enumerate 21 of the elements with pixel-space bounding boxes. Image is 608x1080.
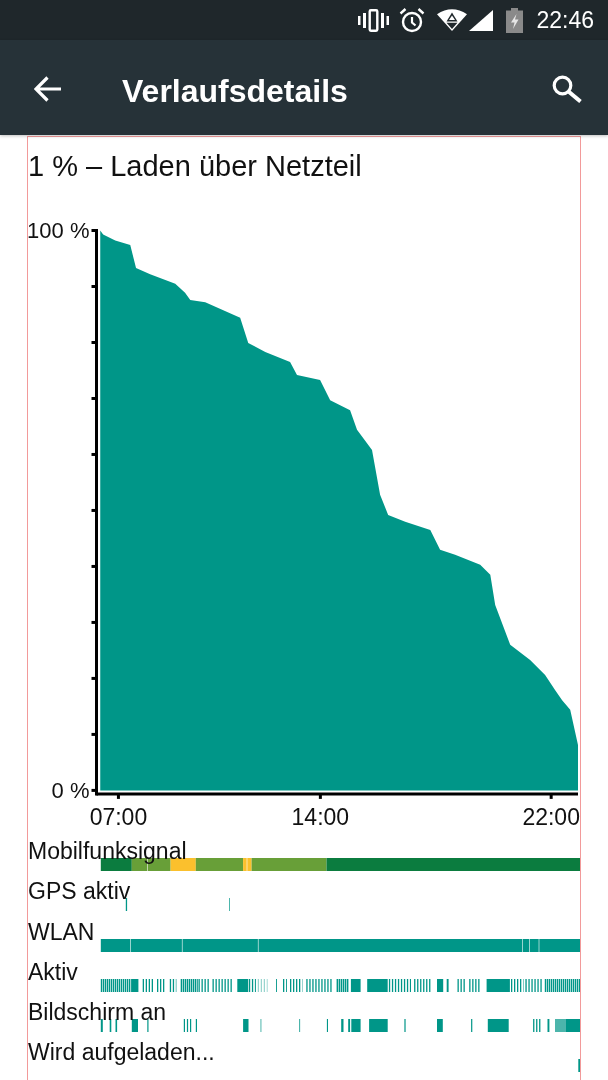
alarm-clock-icon <box>399 7 426 33</box>
lane-label: Aktiv <box>28 961 78 982</box>
battery-charging-icon <box>506 7 524 33</box>
wifi-icon <box>437 9 468 31</box>
timeline-strip-drawing <box>578 1059 580 1073</box>
back-icon[interactable] <box>34 76 61 102</box>
axis-label: 0 % <box>51 778 90 803</box>
lane-label: GPS aktiv <box>28 881 131 902</box>
lane-label: WLAN <box>28 921 95 942</box>
axis-label: 07:00 <box>89 803 148 830</box>
lane-label: Bildschirm an <box>28 1002 167 1023</box>
search-icon[interactable] <box>552 75 582 103</box>
axis-label: 100 % <box>28 218 90 244</box>
lane-label: Wird aufgeladen... <box>28 1042 215 1063</box>
cell-signal-icon <box>469 9 494 31</box>
axis-label: 14:00 <box>291 803 350 830</box>
vibrate-icon <box>358 8 390 32</box>
axis-label: 22:00 <box>522 803 580 830</box>
status-time: 22:46 <box>536 7 594 33</box>
screen-title: Verlaufsdetails <box>122 72 348 109</box>
charge-summary: 1 % – Laden über Netzteil <box>28 149 362 183</box>
